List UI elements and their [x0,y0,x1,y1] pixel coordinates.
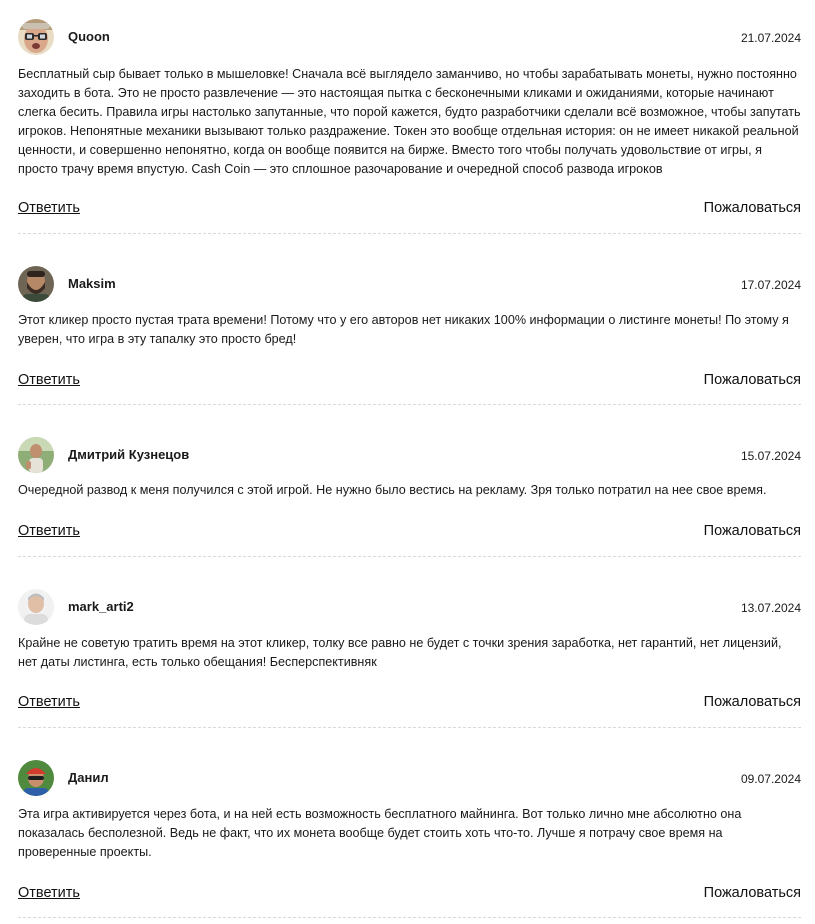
comment-date: 09.07.2024 [740,772,801,786]
comment-text: Крайне не советую тратить время на этот … [18,636,782,669]
comment-divider [18,404,801,405]
comment-actions: Ответить Пожаловаться [18,885,801,905]
comment-header: Дмитрий Кузнецов 15.07.2024 [18,437,801,475]
comment-divider [18,917,801,918]
reply-link[interactable]: Ответить [18,372,80,388]
report-link[interactable]: Пожаловаться [704,523,801,539]
comment-header: Данил 09.07.2024 [18,760,801,798]
comment-author: Maksim [68,276,116,291]
comment-divider [18,556,801,557]
comment-date: 13.07.2024 [740,601,801,615]
comment-actions: Ответить Пожаловаться [18,523,801,543]
comment-text: Бесплатный сыр бывает только в мышеловке… [18,67,801,176]
comment: Данил 09.07.2024 Эта игра активируется ч… [18,760,801,918]
avatar [18,266,54,302]
comment-divider [18,727,801,728]
report-link[interactable]: Пожаловаться [704,694,801,710]
avatar-bearded-man-icon [18,266,54,302]
comment-author: mark_arti2 [68,599,134,614]
avatar-glasses-man-icon [18,19,54,55]
avatar [18,760,54,796]
comment-date: 15.07.2024 [740,449,801,463]
comment-header: Maksim 17.07.2024 [18,266,801,304]
comment: mark_arti2 13.07.2024 Крайне не советую … [18,589,801,728]
report-link[interactable]: Пожаловаться [704,372,801,388]
comment-date: 17.07.2024 [740,278,801,292]
comment-text: Этот кликер просто пустая трата времени!… [18,313,789,346]
avatar-outdoor-man-icon [18,437,54,473]
report-link[interactable]: Пожаловаться [704,885,801,901]
avatar [18,589,54,625]
reply-link[interactable]: Ответить [18,694,80,710]
comment: Quoon 21.07.2024 Бесплатный сыр бывает т… [18,19,801,234]
avatar [18,19,54,55]
avatar-helmet-man-icon [18,760,54,796]
comment: Maksim 17.07.2024 Этот кликер просто пус… [18,266,801,405]
comment-actions: Ответить Пожаловаться [18,372,801,392]
comment-actions: Ответить Пожаловаться [18,694,801,714]
reply-link[interactable]: Ответить [18,523,80,539]
comment-author: Дмитрий Кузнецов [68,447,190,462]
comment-text: Эта игра активируется через бота, и на н… [18,807,742,859]
comment-header: mark_arti2 13.07.2024 [18,589,801,627]
reply-link[interactable]: Ответить [18,200,80,216]
comments-list: Quoon 21.07.2024 Бесплатный сыр бывает т… [0,0,815,924]
comment-header: Quoon 21.07.2024 [18,19,801,57]
reply-link[interactable]: Ответить [18,885,80,901]
comment-text: Очередной развод к меня получился с этой… [18,483,767,497]
comment-author: Quoon [68,29,110,44]
avatar-gray-hair-man-icon [18,589,54,625]
comment: Дмитрий Кузнецов 15.07.2024 Очередной ра… [18,437,801,557]
comment-actions: Ответить Пожаловаться [18,200,801,220]
comment-divider [18,233,801,234]
comment-date: 21.07.2024 [740,31,801,45]
report-link[interactable]: Пожаловаться [704,200,801,216]
avatar [18,437,54,473]
comment-author: Данил [68,770,109,785]
